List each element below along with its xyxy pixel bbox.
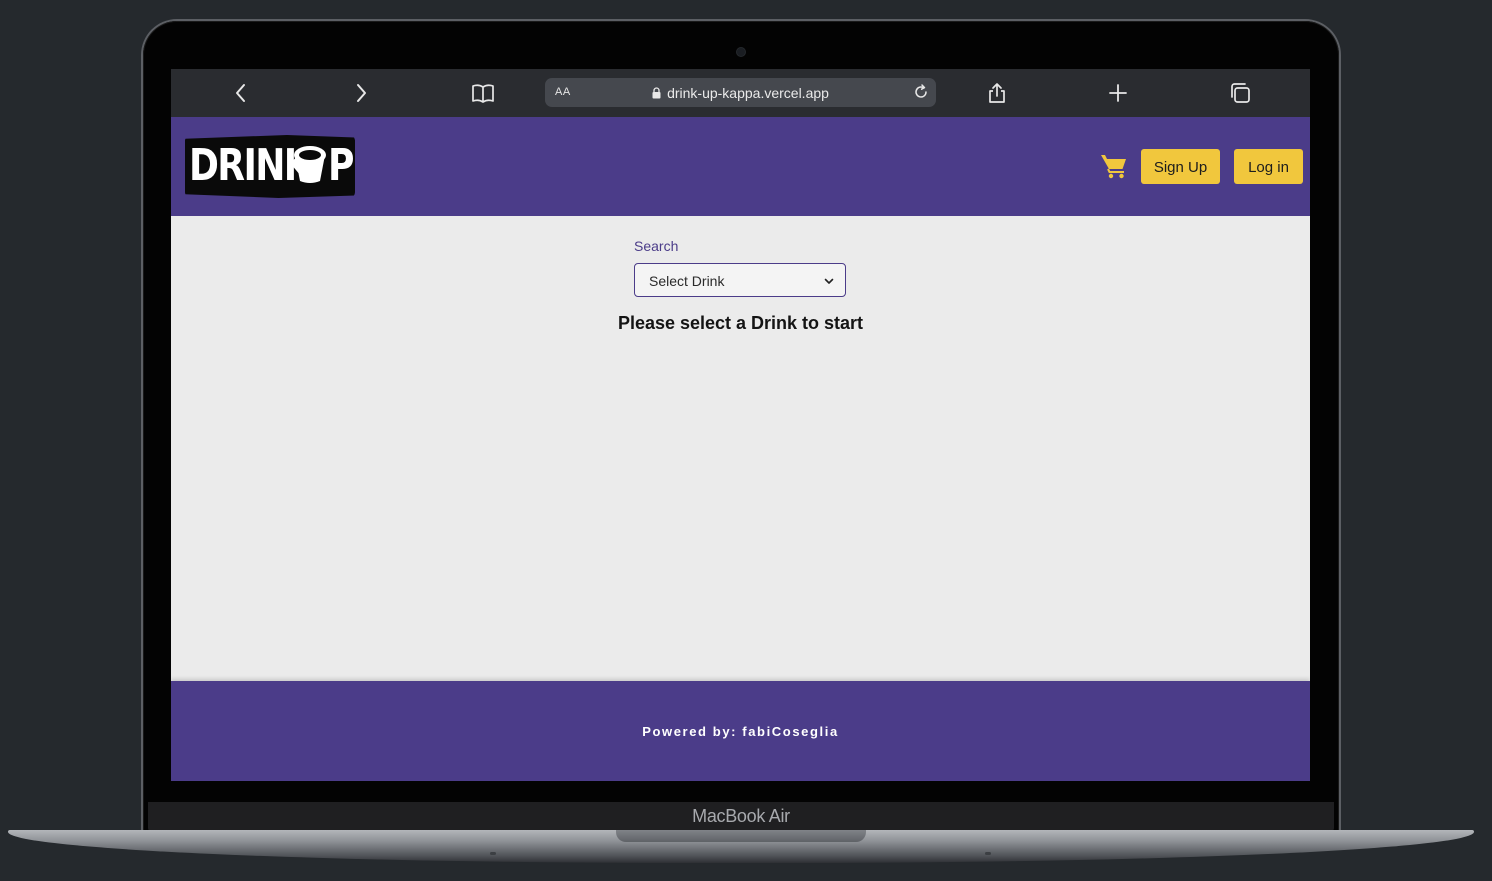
site-footer: Powered by: fabiCoseglia <box>171 681 1310 781</box>
logo-text: DRINK <box>189 140 312 191</box>
device-label: MacBook Air <box>692 806 790 826</box>
search-label: Search <box>634 238 679 254</box>
reload-icon[interactable] <box>912 83 930 101</box>
cup-icon <box>294 146 326 183</box>
site-header: DRINK P Sign Up Log in <box>171 117 1310 216</box>
url-text: drink-up-kappa.vercel.app <box>545 85 936 101</box>
laptop-foot <box>490 852 496 855</box>
cart-icon[interactable] <box>1100 153 1128 179</box>
chevron-down-icon <box>824 278 834 284</box>
bookmarks-icon[interactable] <box>471 81 495 105</box>
sign-up-button[interactable]: Sign Up <box>1141 149 1220 184</box>
laptop-notch <box>616 830 866 842</box>
footer-credit: Powered by: fabiCoseglia <box>642 724 839 739</box>
back-icon[interactable] <box>229 81 253 105</box>
select-value: Select Drink <box>649 273 725 289</box>
forward-icon[interactable] <box>349 81 373 105</box>
logo-text-end: P <box>328 140 355 191</box>
browser-toolbar: AA drink-up-kappa.vercel.app <box>171 69 1310 117</box>
page-viewport: DRINK P Sign Up Log in Search Select Dri… <box>171 117 1310 781</box>
tabs-icon[interactable] <box>1228 81 1252 105</box>
share-icon[interactable] <box>985 81 1009 105</box>
drink-select[interactable]: Select Drink <box>634 263 846 297</box>
empty-state-message: Please select a Drink to start <box>617 313 864 333</box>
lock-icon <box>652 87 661 99</box>
new-tab-icon[interactable] <box>1106 81 1130 105</box>
camera-dot <box>737 48 745 56</box>
address-bar[interactable]: AA drink-up-kappa.vercel.app <box>545 78 936 107</box>
log-in-button[interactable]: Log in <box>1234 149 1303 184</box>
laptop-foot <box>985 852 991 855</box>
url-value: drink-up-kappa.vercel.app <box>667 85 829 101</box>
logo[interactable]: DRINK P <box>185 135 355 198</box>
